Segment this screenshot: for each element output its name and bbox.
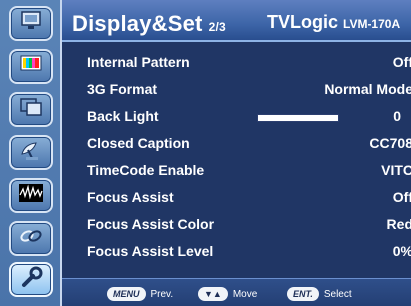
menu-row-focus-assist-level[interactable]: Focus Assist Level 0% <box>62 238 411 264</box>
sidebar-item-picture-in-picture[interactable] <box>9 92 53 127</box>
sidebar-item-waveform[interactable] <box>9 178 53 213</box>
menu-value: Normal Mode <box>324 81 411 97</box>
hint-label: Move <box>232 288 258 300</box>
menu-label: Internal Pattern <box>87 54 190 70</box>
hint-select: ENT. Select <box>287 287 352 301</box>
page-title: Display&Set 2/3 <box>72 11 226 36</box>
sidebar-item-settings[interactable] <box>9 262 53 297</box>
link-icon <box>16 224 46 253</box>
menu-value: Red <box>386 216 411 232</box>
menu-label: Back Light <box>87 108 159 124</box>
sidebar-item-link[interactable] <box>9 221 53 256</box>
menu-row-internal-pattern[interactable]: Internal Pattern Off <box>62 49 411 75</box>
hint-label: Select <box>323 288 352 300</box>
menu-value: 0 <box>393 108 401 124</box>
menu-label: 3G Format <box>87 81 158 97</box>
monitor-osd-screen: Display&Set 2/3 TVLogic LVM-170A Internal … <box>0 0 411 306</box>
menu-row-closed-caption[interactable]: Closed Caption CC708 <box>62 130 411 156</box>
menu-value: Off <box>392 54 411 70</box>
picture-in-picture-icon <box>16 95 46 124</box>
arrow-key-badge: ▼▲ <box>198 287 228 301</box>
menu-label: TimeCode Enable <box>87 162 205 178</box>
menu-row-back-light[interactable]: Back Light 0 <box>62 103 411 129</box>
menu-label: Focus Assist Level <box>87 243 214 259</box>
settings-menu: Internal Pattern Off 3G Format Normal Mo… <box>62 42 411 278</box>
menu-label: Closed Caption <box>87 135 190 151</box>
hint-prev: MENU Prev. <box>107 287 173 301</box>
menu-key-badge: MENU <box>107 287 146 301</box>
wrench-icon <box>16 265 46 294</box>
footer-hints: MENU Prev. ▼▲ Move ENT. Select <box>62 278 411 306</box>
satellite-dish-icon <box>16 138 46 167</box>
menu-value: CC708 <box>369 135 411 151</box>
brand-label: TVLogic LVM-170A <box>267 12 401 32</box>
menu-row-timecode-enable[interactable]: TimeCode Enable VITC <box>62 157 411 183</box>
color-bars-icon <box>16 52 46 81</box>
menu-value: 0% <box>392 243 411 259</box>
menu-row-3g-format[interactable]: 3G Format Normal Mode <box>62 76 411 102</box>
header-bar: Display&Set 2/3 TVLogic LVM-170A <box>62 0 411 42</box>
sidebar <box>0 0 62 306</box>
model-label: LVM-170A <box>343 17 401 31</box>
sidebar-item-satellite[interactable] <box>9 135 53 170</box>
menu-label: Focus Assist Color <box>87 216 215 232</box>
page-indicator: 2/3 <box>208 20 226 34</box>
sidebar-item-color-bars[interactable] <box>9 49 53 84</box>
menu-row-focus-assist-color[interactable]: Focus Assist Color Red <box>62 211 411 237</box>
menu-value: VITC <box>381 162 411 178</box>
enter-key-badge: ENT. <box>287 287 319 301</box>
monitor-icon <box>16 9 46 38</box>
hint-move: ▼▲ Move <box>198 287 257 301</box>
menu-row-focus-assist[interactable]: Focus Assist Off <box>62 184 411 210</box>
waveform-icon <box>16 181 46 210</box>
back-light-slider-fill <box>258 115 338 121</box>
sidebar-item-monitor[interactable] <box>9 6 53 41</box>
hint-label: Prev. <box>150 288 174 300</box>
menu-label: Focus Assist <box>87 189 174 205</box>
back-light-slider[interactable] <box>257 114 339 122</box>
menu-value: Off <box>392 189 411 205</box>
